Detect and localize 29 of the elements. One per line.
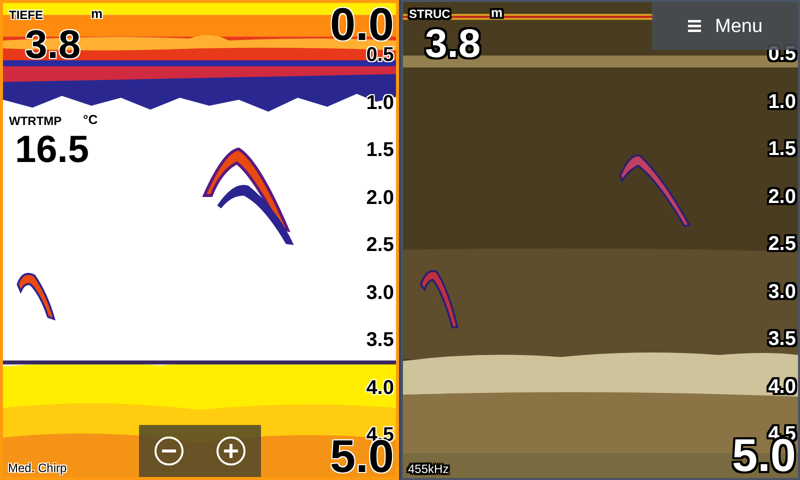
depth-scale-label: 3.0 — [768, 282, 796, 302]
zoom-out-icon[interactable] — [154, 436, 184, 466]
depth-scale-label: 2.0 — [768, 186, 796, 206]
menu-button[interactable]: Menu — [652, 2, 798, 50]
zoom-in-icon[interactable] — [216, 436, 246, 466]
depth-unit: m — [91, 7, 103, 20]
menu-icon — [688, 20, 701, 32]
temperature-unit: °C — [83, 113, 98, 126]
depth-scale-label: 4.0 — [366, 378, 394, 398]
depth-label: TIEFE — [9, 9, 44, 21]
temperature-value: 16.5 — [15, 131, 89, 169]
depth-scale-label: 3.5 — [366, 330, 394, 350]
frequency-label: 455kHz — [408, 463, 449, 475]
depth-scale-label: 2.5 — [768, 234, 796, 254]
depth-label: STRUC — [409, 8, 450, 20]
depth-scale-label: 0.0 — [330, 7, 394, 43]
depth-scale-label: 4.0 — [768, 376, 796, 396]
temperature-label: WTRTMP — [9, 115, 62, 127]
depth-scale-label: 1.5 — [366, 140, 394, 160]
depth-scale-label: 1.0 — [768, 92, 796, 112]
depth-value: 3.8 — [25, 25, 81, 65]
depth-scale-label: 3.0 — [366, 282, 394, 302]
depth-value: 3.8 — [425, 24, 481, 64]
depth-scale-label: 3.5 — [768, 329, 796, 349]
frequency-label: Med. Chirp — [8, 462, 67, 474]
depth-scale-label: 2.0 — [366, 188, 394, 208]
depth-scale-label: 0.5 — [366, 45, 394, 65]
depth-scale-label: 1.5 — [768, 139, 796, 159]
depth-scale-label: 2.5 — [366, 235, 394, 255]
